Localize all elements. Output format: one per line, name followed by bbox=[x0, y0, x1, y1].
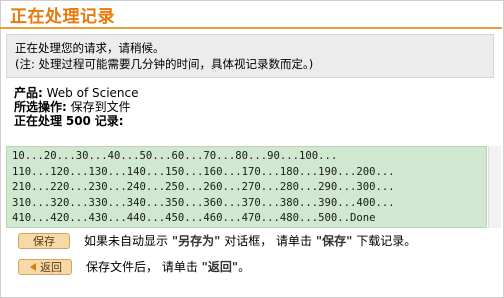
save-instruction-prefix: 如果未自动显示 bbox=[84, 234, 169, 248]
notice-line-2: (注: 处理过程可能需要几分钟的时间，具体视记录数而定。) bbox=[15, 57, 314, 71]
back-instruction-prefix: 保存文件后， 请单击 bbox=[86, 260, 198, 274]
title-divider bbox=[0, 27, 502, 29]
save-instruction-suffix: 下载记录。 bbox=[356, 234, 417, 248]
save-button[interactable]: 保存 bbox=[18, 232, 70, 249]
notice-line-1: 正在处理您的请求，请稍候。 bbox=[15, 41, 165, 55]
left-arrow-icon bbox=[30, 262, 36, 271]
processing-unit: 记录: bbox=[94, 114, 124, 128]
product-value: Web of Science bbox=[46, 86, 139, 100]
save-quote: "保存" bbox=[315, 234, 353, 248]
processing-label: 正在处理 bbox=[14, 114, 63, 128]
save-instruction-middle: 对话框， 请单击 bbox=[224, 234, 313, 248]
operation-value: 保存到文件 bbox=[70, 100, 131, 114]
back-row: 返回 保存文件后， 请单击 "返回" 。 bbox=[18, 258, 250, 275]
product-label: 产品: bbox=[14, 86, 43, 100]
back-button-label: 返回 bbox=[40, 260, 62, 274]
progress-line: 310...320...330...340...350...360...370.… bbox=[12, 196, 395, 209]
notice-box: 正在处理您的请求，请稍候。 (注: 处理过程可能需要几分钟的时间，具体视记录数而… bbox=[6, 34, 494, 78]
product-row: 产品: Web of Science bbox=[14, 86, 139, 100]
progress-log: 10...20...30...40...50...60...70...80...… bbox=[6, 146, 487, 228]
back-quote: "返回" bbox=[201, 260, 239, 274]
operation-row: 所选操作: 保存到文件 bbox=[14, 100, 139, 114]
processing-count: 500 bbox=[65, 114, 91, 128]
progress-scrollbar[interactable] bbox=[488, 146, 501, 228]
operation-label: 所选操作: bbox=[14, 100, 67, 114]
save-row: 保存 如果未自动显示 "另存为" 对话框， 请单击 "保存" 下载记录。 bbox=[18, 232, 416, 249]
info-section: 产品: Web of Science 所选操作: 保存到文件 正在处理 500 … bbox=[14, 86, 139, 128]
back-button[interactable]: 返回 bbox=[18, 258, 72, 275]
progress-line: 210...220...230...240...250...260...270.… bbox=[12, 181, 395, 193]
save-as-quote: "另存为" bbox=[171, 234, 221, 248]
page-title: 正在处理记录 bbox=[10, 7, 115, 27]
processing-row: 正在处理 500 记录: bbox=[14, 114, 139, 128]
progress-line: 410...420...430...440...450...460...470.… bbox=[12, 212, 376, 224]
progress-line: 110...120...130...140...150...160...170.… bbox=[12, 165, 395, 178]
back-instruction-suffix: 。 bbox=[238, 260, 251, 274]
progress-line: 10...20...30...40...50...60...70...80...… bbox=[12, 150, 338, 162]
